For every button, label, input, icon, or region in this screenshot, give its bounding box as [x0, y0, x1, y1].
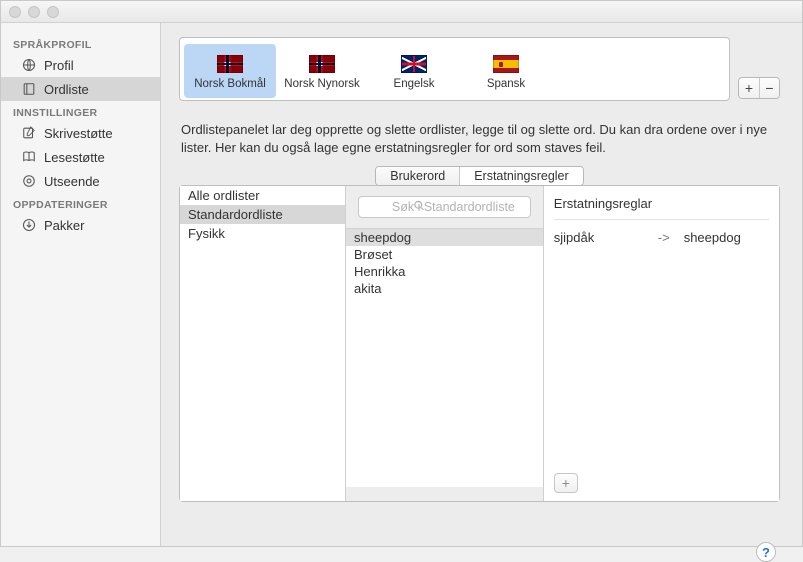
sidebar-group-innstillinger: INNSTILLINGER	[1, 101, 160, 121]
zoom-window-button[interactable]	[47, 6, 59, 18]
sidebar-item-label: Pakker	[44, 218, 84, 233]
sidebar-item-skrivestotte[interactable]: Skrivestøtte	[1, 121, 160, 145]
rule-from: sjipdåk	[554, 230, 644, 245]
panel-description: Ordlistepanelet lar deg opprette og slet…	[181, 121, 778, 156]
language-label: Norsk Nynorsk	[284, 78, 359, 90]
add-language-button[interactable]: +	[739, 78, 759, 98]
tab-brukerord[interactable]: Brukerord	[376, 167, 459, 185]
sidebar-item-label: Skrivestøtte	[44, 126, 113, 141]
tab-switcher: Brukerord Erstatningsregler	[375, 166, 583, 186]
sidebar-item-pakker[interactable]: Pakker	[1, 213, 160, 237]
close-window-button[interactable]	[9, 6, 21, 18]
rules-title: Erstatningsreglar	[554, 196, 769, 211]
language-add-remove: + −	[738, 77, 780, 99]
compose-icon	[21, 125, 37, 141]
dictionary-icon	[21, 81, 37, 97]
arrow-icon: ->	[658, 230, 670, 245]
sidebar-group-sprakprofil: SPRÅKPROFIL	[1, 33, 160, 53]
wordlist-fysikk[interactable]: Fysikk	[180, 224, 345, 243]
word-list: sheepdog Brøset Henrikka akita	[346, 228, 543, 487]
add-rule-button[interactable]: +	[554, 473, 578, 493]
language-norsk-bokmal[interactable]: Norsk Bokmål	[184, 44, 276, 98]
sidebar-item-label: Lesestøtte	[44, 150, 105, 165]
words-column: sheepdog Brøset Henrikka akita	[345, 186, 544, 501]
sidebar-item-label: Ordliste	[44, 82, 89, 97]
language-label: Engelsk	[394, 78, 435, 90]
wordlist-standard[interactable]: Standardordliste	[180, 205, 345, 224]
rule-row[interactable]: sjipdåk -> sheepdog	[554, 230, 769, 245]
sidebar-item-label: Profil	[44, 58, 74, 73]
remove-language-button[interactable]: −	[759, 78, 779, 98]
sidebar-item-utseende[interactable]: Utseende	[1, 169, 160, 193]
flag-norway-icon	[217, 55, 243, 73]
sidebar: SPRÅKPROFIL Profil Ordliste INNSTILLINGE…	[1, 23, 161, 546]
sidebar-group-oppdateringer: OPPDATERINGER	[1, 193, 160, 213]
word-item[interactable]: sheepdog	[346, 229, 543, 246]
preferences-window: SPRÅKPROFIL Profil Ordliste INNSTILLINGE…	[0, 0, 803, 547]
language-toolbar: Norsk Bokmål Norsk Nynorsk Engelsk Spans…	[179, 37, 730, 101]
rules-column: Erstatningsreglar sjipdåk -> sheepdog +	[544, 186, 779, 501]
sidebar-item-label: Utseende	[44, 174, 100, 189]
globe-icon	[21, 57, 37, 73]
flag-uk-icon	[401, 55, 427, 73]
titlebar	[1, 1, 802, 23]
word-item[interactable]: Henrikka	[346, 263, 543, 280]
download-icon	[21, 217, 37, 233]
rule-to: sheepdog	[684, 230, 741, 245]
word-item[interactable]: Brøset	[346, 246, 543, 263]
language-spansk[interactable]: Spansk	[460, 44, 552, 98]
language-engelsk[interactable]: Engelsk	[368, 44, 460, 98]
content-area: Norsk Bokmål Norsk Nynorsk Engelsk Spans…	[161, 23, 802, 546]
language-label: Spansk	[487, 78, 525, 90]
search-input[interactable]	[358, 196, 531, 218]
divider	[554, 219, 769, 220]
help-button[interactable]: ?	[756, 542, 776, 562]
sidebar-item-lesestotte[interactable]: Lesestøtte	[1, 145, 160, 169]
flag-spain-icon	[493, 55, 519, 73]
wordlist-column: Alle ordlister Standardordliste Fysikk	[180, 186, 345, 501]
sidebar-item-ordliste[interactable]: Ordliste	[1, 77, 160, 101]
sidebar-item-profil[interactable]: Profil	[1, 53, 160, 77]
minimize-window-button[interactable]	[28, 6, 40, 18]
language-label: Norsk Bokmål	[194, 78, 266, 90]
wordlist-alle[interactable]: Alle ordlister	[180, 186, 345, 205]
appearance-icon	[21, 173, 37, 189]
book-icon	[21, 149, 37, 165]
word-item[interactable]: akita	[346, 280, 543, 297]
wordlist-panel: Alle ordlister Standardordliste Fysikk s…	[179, 185, 780, 502]
tab-erstatningsregler[interactable]: Erstatningsregler	[459, 167, 583, 185]
flag-norway-icon	[309, 55, 335, 73]
language-norsk-nynorsk[interactable]: Norsk Nynorsk	[276, 44, 368, 98]
